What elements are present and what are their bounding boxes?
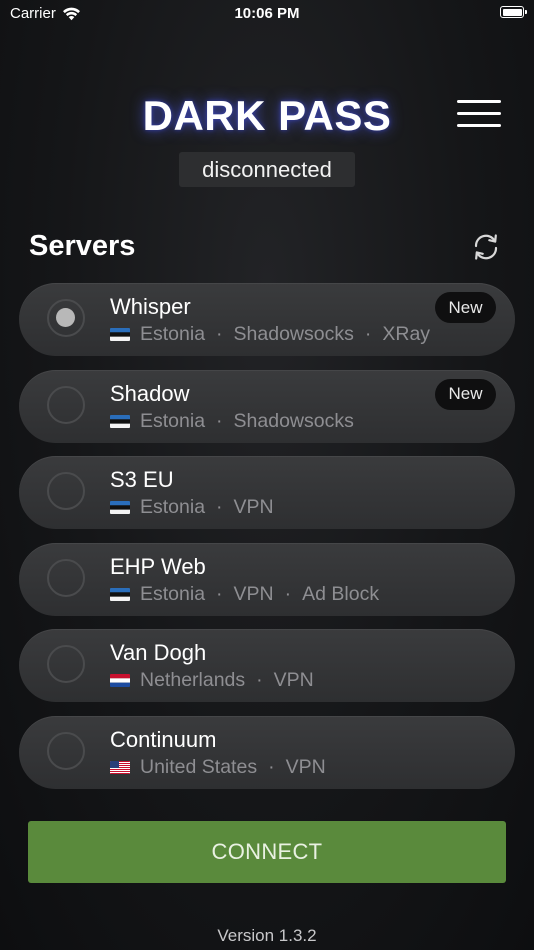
- server-country: Estonia: [140, 323, 206, 345]
- united-states-flag-icon: [110, 760, 130, 774]
- server-list: Whisper Estonia · Shadowsocks · XRay New…: [19, 283, 515, 802]
- server-name: Shadow: [110, 380, 190, 406]
- server-meta: Estonia · VPN: [110, 496, 274, 519]
- servers-heading: Servers: [29, 230, 136, 262]
- server-meta: United States · VPN: [110, 756, 326, 779]
- estonia-flag-icon: [110, 501, 130, 514]
- brand-title: DARK PASS: [142, 92, 392, 139]
- connection-status-badge: disconnected: [179, 152, 355, 187]
- server-country: United States: [140, 755, 258, 778]
- server-row-shadow[interactable]: Shadow Estonia · Shadowsocks New: [19, 369, 515, 443]
- server-country: Netherlands: [140, 669, 246, 691]
- radio-unselected-icon[interactable]: [47, 472, 85, 510]
- server-row-continuum[interactable]: Continuum United States · VPN: [19, 715, 515, 789]
- server-row-van-dogh[interactable]: Van Dogh Netherlands · VPN: [19, 629, 515, 702]
- separator-dot: ·: [364, 323, 372, 345]
- clock: 10:06 PM: [234, 5, 300, 22]
- estonia-flag-icon: [110, 414, 130, 428]
- server-country: Estonia: [140, 409, 206, 432]
- battery-icon: [500, 6, 527, 18]
- separator-dot: ·: [284, 582, 292, 605]
- server-name: Van Dogh: [110, 640, 207, 665]
- server-meta: Netherlands · VPN: [110, 669, 314, 692]
- radio-unselected-icon[interactable]: [47, 558, 85, 597]
- server-tag: VPN: [285, 755, 326, 778]
- radio-unselected-icon[interactable]: [47, 385, 85, 424]
- server-row-whisper[interactable]: Whisper Estonia · Shadowsocks · XRay New: [19, 283, 515, 356]
- server-name: S3 EU: [110, 467, 174, 492]
- server-row-s3-eu[interactable]: S3 EU Estonia · VPN: [19, 456, 515, 529]
- status-bar: Carrier 10:06 PM: [0, 0, 534, 28]
- server-tag: XRay: [382, 323, 431, 345]
- radio-selected-icon[interactable]: [47, 299, 85, 337]
- hamburger-menu-icon[interactable]: [457, 100, 501, 130]
- server-name: Whisper: [110, 294, 191, 319]
- server-tag: Shadowsocks: [233, 323, 354, 345]
- netherlands-flag-icon: [110, 674, 130, 687]
- new-badge: New: [435, 378, 496, 410]
- separator-dot: ·: [268, 755, 275, 778]
- server-tag: VPN: [273, 669, 314, 691]
- estonia-flag-icon: [110, 587, 130, 601]
- refresh-icon[interactable]: [470, 231, 502, 263]
- separator-dot: ·: [216, 409, 223, 432]
- server-country: Estonia: [140, 582, 206, 605]
- server-meta: Estonia · VPN · Ad Block: [110, 583, 379, 606]
- separator-dot: ·: [216, 582, 223, 605]
- server-country: Estonia: [140, 496, 206, 518]
- server-name: Continuum: [110, 726, 217, 752]
- server-name: EHP Web: [110, 553, 206, 579]
- connect-button[interactable]: CONNECT: [28, 821, 506, 883]
- separator-dot: ·: [216, 496, 223, 518]
- server-tag: VPN: [233, 582, 274, 605]
- server-tag: VPN: [233, 496, 274, 518]
- estonia-flag-icon: [110, 328, 130, 341]
- radio-unselected-icon[interactable]: [47, 645, 85, 683]
- server-tag: Shadowsocks: [233, 409, 354, 432]
- server-tag: Ad Block: [302, 582, 380, 605]
- version-label: Version 1.3.2: [217, 926, 317, 945]
- new-badge: New: [435, 292, 496, 323]
- radio-unselected-icon[interactable]: [47, 731, 85, 770]
- server-meta: Estonia · Shadowsocks: [110, 410, 354, 433]
- server-meta: Estonia · Shadowsocks · XRay: [110, 323, 430, 346]
- separator-dot: ·: [216, 323, 223, 345]
- separator-dot: ·: [256, 669, 263, 691]
- server-row-ehp-web[interactable]: EHP Web Estonia · VPN · Ad Block: [19, 542, 515, 616]
